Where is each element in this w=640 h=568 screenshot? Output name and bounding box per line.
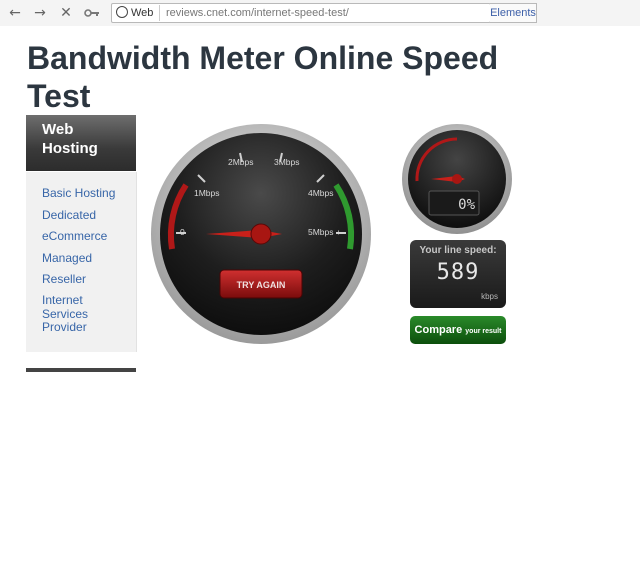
sidebar-item-managed[interactable]: Managed	[42, 251, 134, 266]
web-chip-label: Web	[131, 7, 154, 19]
gauge-label-5mbps: 5Mbps +	[308, 227, 341, 237]
gauge-label-2mbps: 2Mbps	[228, 157, 254, 167]
sidebar-item-ecommerce[interactable]: eCommerce	[42, 229, 134, 244]
back-arrow-icon[interactable]: ←	[6, 4, 24, 22]
compare-sub-label: your result	[465, 328, 502, 335]
line-speed-value: 589	[436, 260, 480, 285]
url-text[interactable]: reviews.cnet.com/internet-speed-test/	[166, 5, 349, 21]
line-speed-panel: Your line speed: 589 kbps	[410, 240, 506, 308]
sidebar-item-basic-hosting[interactable]: Basic Hosting	[42, 186, 134, 201]
try-again-button[interactable]: TRY AGAIN	[219, 269, 303, 299]
forward-arrow-icon[interactable]: →	[31, 4, 49, 22]
compare-result-button[interactable]: Compare your result	[410, 316, 506, 344]
browser-toolbar: ← → ✕ Web reviews.cnet.com/internet-spee…	[0, 0, 640, 26]
sidebar-heading-label: Web Hosting	[42, 121, 98, 157]
sidebar-next-block	[26, 368, 136, 372]
stop-icon[interactable]: ✕	[57, 4, 75, 22]
sidebar-item-reseller[interactable]: Reseller	[42, 272, 134, 287]
line-speed-label: Your line speed:	[419, 245, 497, 256]
address-bar[interactable]: Web reviews.cnet.com/internet-speed-test…	[111, 3, 491, 23]
line-speed-unit: kbps	[481, 292, 498, 301]
elements-button[interactable]: Elements	[490, 3, 537, 23]
progress-gauge: 0%	[402, 124, 512, 234]
gauge-label-1mbps: 1Mbps	[194, 188, 220, 198]
progress-readout: 0%	[458, 197, 475, 213]
try-again-label: TRY AGAIN	[237, 280, 286, 290]
sidebar-menu: Basic Hosting Dedicated eCommerce Manage…	[26, 172, 137, 352]
progress-gauge-hub	[452, 174, 462, 184]
key-icon[interactable]	[83, 4, 101, 22]
gauge-needle-hub	[250, 223, 272, 245]
sidebar-heading: Web Hosting	[26, 115, 136, 171]
gauge-label-3mbps: 3Mbps	[274, 157, 300, 167]
compare-label: Compare	[414, 324, 463, 336]
gauge-label-4mbps: 4Mbps	[308, 188, 334, 198]
sidebar-item-internet-services-provider[interactable]: Internet Services Provider	[42, 293, 112, 335]
page-title: Bandwidth Meter Online Speed Test	[27, 40, 499, 114]
speed-gauge: 0 1Mbps 2Mbps 3Mbps 4Mbps 5Mbps + TRY AG…	[151, 124, 371, 344]
globe-icon	[116, 6, 128, 18]
sidebar-item-dedicated[interactable]: Dedicated	[42, 208, 134, 223]
gauge-label-0: 0	[180, 227, 185, 237]
site-info-chip[interactable]: Web	[116, 5, 161, 21]
